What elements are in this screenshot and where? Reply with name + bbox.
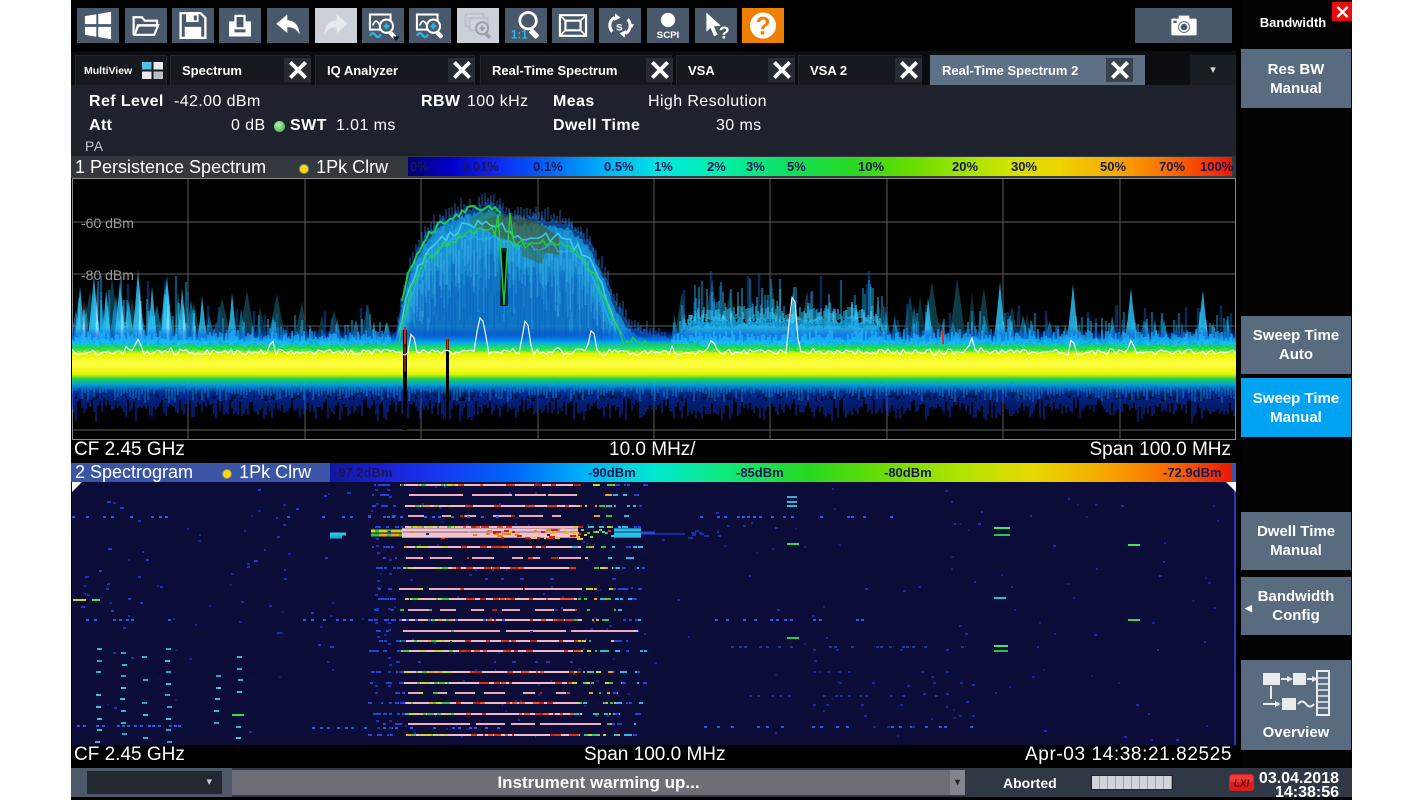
svg-text:s: s — [616, 19, 623, 33]
svg-text:?: ? — [755, 13, 770, 40]
svg-text:-80 dBm: -80 dBm — [81, 267, 134, 283]
svg-text:1:1: 1:1 — [511, 29, 528, 42]
svg-text:-60 dBm: -60 dBm — [81, 215, 134, 231]
svg-text:LXI: LXI — [1234, 779, 1250, 790]
svg-text:SCPI: SCPI — [657, 30, 680, 41]
svg-text:?: ? — [719, 23, 730, 42]
